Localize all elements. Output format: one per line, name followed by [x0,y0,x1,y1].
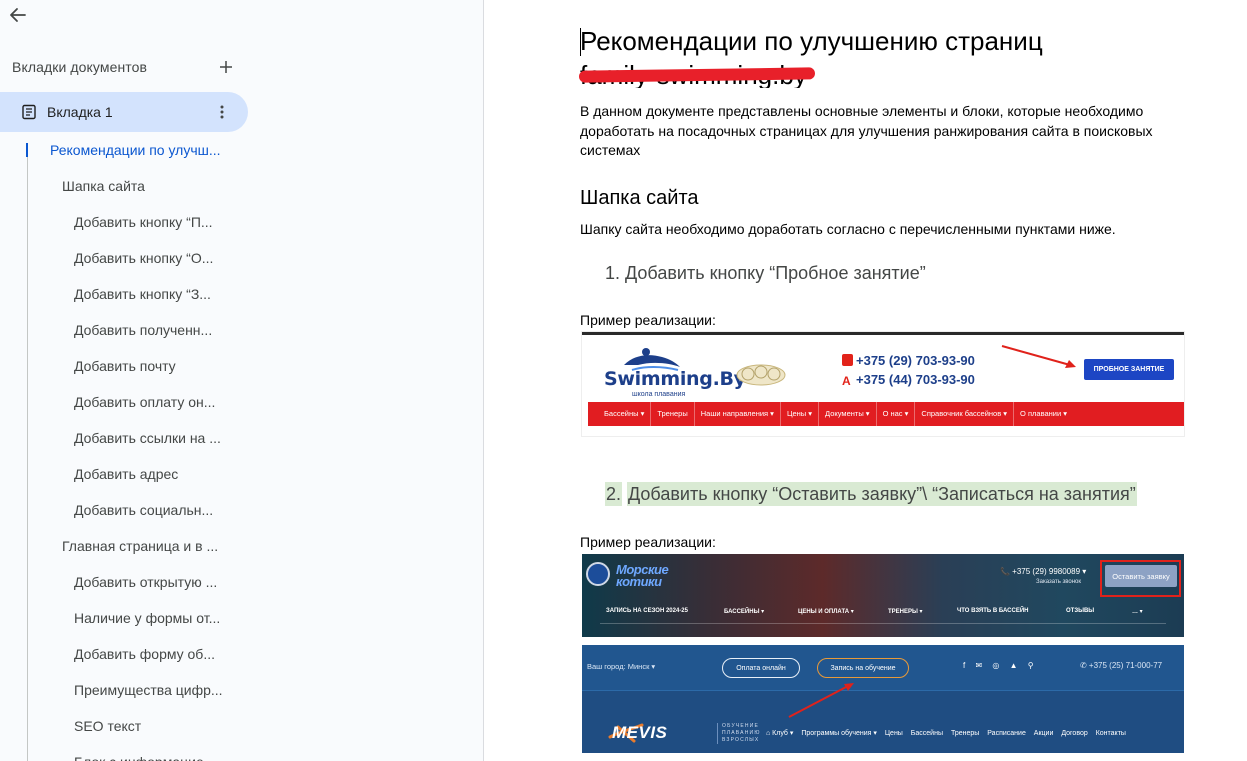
brand-subtitle: ОБУЧЕНИЕ ПЛАВАНИЮ ВЗРОСЛЫХ [717,723,763,744]
nav-item: ⌂ Клуб ▾ [766,730,794,737]
divider [600,623,1166,624]
document-icon [21,104,37,120]
brand-name: Морские котики [616,562,669,589]
section-paragraph[interactable]: Шапку сайта необходимо доработать соглас… [580,220,1200,240]
outline-item-subheading[interactable]: Добавить форму об... [74,645,226,663]
nav-item: БАССЕЙНЫ ▾ [724,608,765,615]
list-text: Добавить кнопку “Оставить заявку”\ “Запи… [627,482,1137,506]
outline-item-subheading[interactable]: Добавить почту [74,357,226,375]
list-number: 1. [605,263,621,283]
document-title[interactable]: Рекомендации по улучшению страниц [580,26,1043,56]
tabs-title: Вкладки документов [12,59,148,75]
more-options-icon[interactable] [212,102,232,122]
nav-item: Тренеры [651,402,695,426]
phone-number: 📞 +375 (29) 9980089 ▾ [1000,567,1087,576]
nav-item: Бассейны [910,730,943,737]
medals-icon [736,364,786,386]
outline-item-subheading[interactable]: Наличие у формы от... [74,609,226,627]
nav-item: О нас ▾ [877,402,916,426]
list-item[interactable]: 2. Добавить кнопку “Оставить заявку”\ “З… [605,482,1137,506]
nav-item: Расписание [987,730,1026,737]
document-page[interactable]: Рекомендации по улучшению страниц family… [485,0,1247,761]
brand-name: MEVIS [612,723,668,742]
brand-name: Swimming.By® [604,368,754,390]
outline-item-subheading[interactable]: Добавить открытую ... [74,573,226,591]
operator-icon [842,354,853,366]
trial-lesson-button: ПРОБНОЕ ЗАНЯТИЕ [1084,359,1174,380]
nav-item: Наши направления ▾ [695,402,781,426]
enroll-button: Запись на обучение [817,658,909,678]
nav-item: Бассейны ▾ [598,402,652,426]
outline-item-subheading[interactable]: SEO текст [74,717,226,735]
outline-item-subheading[interactable]: Добавить социальн... [74,501,226,519]
outline-guide-line [27,143,28,761]
nav-item: Договор [1061,730,1088,737]
list-text: Добавить кнопку “Пробное занятие” [625,263,926,283]
example-caption[interactable]: Пример реализации: [580,311,716,329]
text-cursor [580,28,581,56]
nav-item: ТРЕНЕРЫ ▾ [888,608,923,615]
add-tab-plus-icon[interactable] [216,57,236,77]
social-icons: f ✉ ◎ ▲ ⚲ [963,661,1038,670]
outline-item-subheading[interactable]: Блок с информацие... [74,753,226,761]
phone-number: ✆ +375 (25) 71-000-77 [1080,661,1163,670]
tabs-header: Вкладки документов [12,57,236,77]
outline-item-subheading[interactable]: Добавить полученн... [74,321,226,339]
nav-item: ЧТО ВЗЯТЬ В БАССЕЙН [957,608,1029,614]
example-image-mevis[interactable]: Ваш город: Минск ▾ Оплата онлайн Запись … [582,645,1184,753]
tab-label: Вкладка 1 [47,104,113,120]
document-tabs-sidebar: Вкладки документов Вкладка 1 Рекомендаци… [0,0,484,761]
nav-item: Акции [1033,730,1054,737]
section-heading[interactable]: Шапка сайта [580,186,699,210]
example-caption[interactable]: Пример реализации: [580,533,716,551]
city-selector: Ваш город: Минск ▾ [587,662,656,671]
outline-item-subheading[interactable]: Добавить кнопку “П... [74,213,226,231]
outline-item-subheading[interactable]: Добавить кнопку “З... [74,285,226,303]
nav-item: ОТЗЫВЫ [1066,608,1095,614]
example-image-swimming-by[interactable]: Swimming.By® школа плавания +375 (29) 70… [582,332,1184,436]
outline-item-title[interactable]: Рекомендации по улучш... [50,141,226,159]
outline-item-heading[interactable]: Главная страница и в ... [62,537,226,555]
outline-item-subheading[interactable]: Преимущества цифр... [74,681,226,699]
outline-item-subheading[interactable]: Добавить кнопку “О... [74,249,226,267]
nav-item: ЦЕНЫ И ОПЛАТА ▾ [798,608,854,615]
nav-item: ЗАПИСЬ НА СЕЗОН 2024-25 [606,608,688,614]
call-link: Заказать звонок [1036,579,1081,585]
nav-item: Документы ▾ [819,402,877,426]
seal-logo-icon [586,562,610,586]
outline-item-subheading[interactable]: Добавить адрес [74,465,226,483]
back-arrow-icon[interactable] [6,3,30,27]
nav-item: Тренеры [950,730,980,737]
intro-paragraph[interactable]: В данном документе представлены основные… [580,102,1200,161]
site-nav-bar: ЗАПИСЬ НА СЕЗОН 2024-25 БАССЕЙНЫ ▾ ЦЕНЫ … [582,604,1184,618]
leave-request-button: Оставить заявку [1105,565,1177,587]
site-nav-bar: Бассейны ▾ Тренеры Наши направления ▾ Це… [588,402,1184,426]
nav-item: Программы обучения ▾ [801,730,877,737]
operator-icon: A [842,375,853,387]
brand-subtitle: школа плавания [632,391,686,398]
nav-item: … ▾ [1132,608,1143,615]
outline-active-marker [26,143,28,157]
phone-line-2: A +375 (44) 703-93-90 [842,372,975,388]
outline-item-subheading[interactable]: Добавить ссылки на ... [74,429,226,447]
outline-item-heading[interactable]: Шапка сайта [62,177,226,195]
tab-item-active[interactable]: Вкладка 1 [0,92,248,132]
nav-item: О плавании ▾ [1020,409,1068,418]
nav-item: Цены [884,730,903,737]
outline-item-subheading[interactable]: Добавить оплату он... [74,393,226,411]
site-nav-bar: ⌂ Клуб ▾ Программы обучения ▾ Цены Бассе… [766,729,1132,737]
nav-item: Контакты [1095,730,1126,737]
nav-item: Цены ▾ [781,402,820,426]
pay-online-button: Оплата онлайн [722,658,800,678]
list-item[interactable]: 1. Добавить кнопку “Пробное занятие” [605,261,926,285]
nav-item: Справочник бассейнов ▾ [915,402,1015,426]
phone-line-1: +375 (29) 703-93-90 [842,353,975,368]
list-number: 2. [605,482,623,506]
example-image-dark-site[interactable]: Морские котики 📞 +375 (29) 9980089 ▾ Зак… [582,554,1184,637]
